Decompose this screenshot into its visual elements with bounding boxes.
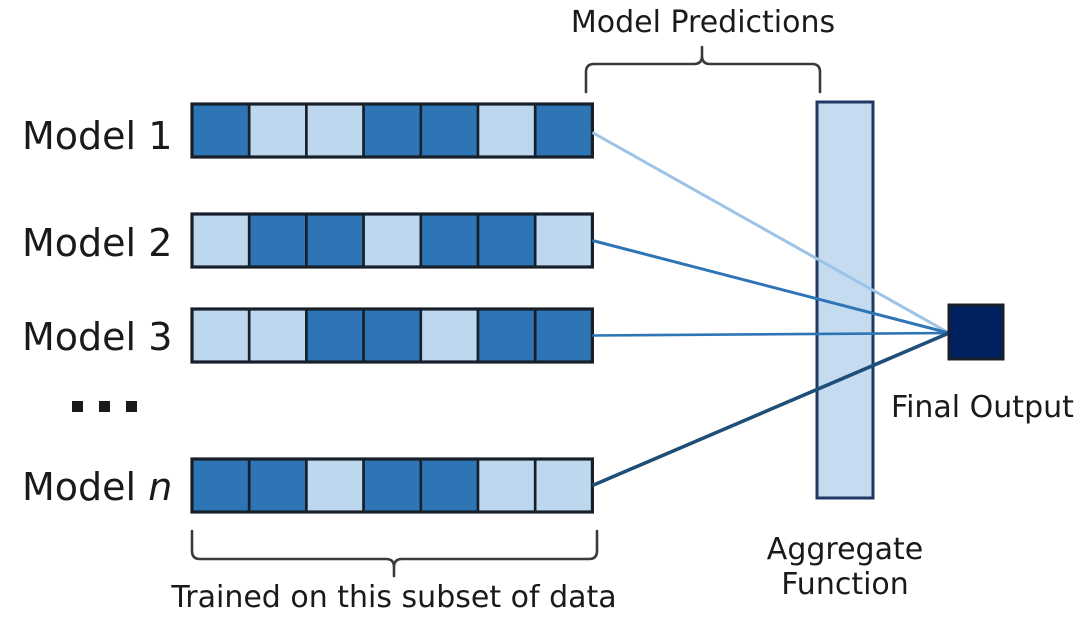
model-data-cell (419, 457, 480, 514)
model-data-cell (476, 457, 537, 514)
model-data-cell (362, 307, 423, 364)
model-bars-group (190, 102, 594, 514)
model-label-prefix: Model (22, 315, 137, 359)
aggregate-function-label: Aggregate Function (745, 532, 945, 603)
model-label-suffix: 2 (148, 221, 173, 265)
model-data-cell (419, 307, 480, 364)
model-label-suffix: n (148, 465, 173, 509)
model-row-label-n: Model n (22, 468, 172, 506)
ellipsis-dot (126, 401, 137, 412)
model-data-cell (190, 457, 251, 514)
model-data-cell (476, 307, 537, 364)
model-data-cell (247, 212, 308, 269)
model-data-cell (476, 102, 537, 159)
model-data-cell (362, 212, 423, 269)
prediction-connector-line (591, 131, 950, 335)
model-data-cell (419, 212, 480, 269)
model-data-cell (190, 102, 251, 159)
ellipsis-icon (72, 401, 137, 412)
model-data-cell (533, 212, 594, 269)
model-label-prefix: Model (22, 114, 137, 158)
model-data-cell (362, 457, 423, 514)
model-data-cell (419, 102, 480, 159)
prediction-connector-line (592, 331, 950, 337)
ellipsis-dot (72, 401, 83, 412)
model-data-cell (247, 457, 308, 514)
prediction-connector-line (592, 239, 950, 335)
prediction-lines-group (591, 131, 950, 488)
ellipsis-dot (99, 401, 110, 412)
model-label-suffix: 3 (148, 315, 173, 359)
model-label-prefix: Model (22, 465, 137, 509)
model-data-cell (533, 307, 594, 364)
model-data-cell (533, 102, 594, 159)
model-data-cell (305, 307, 365, 364)
model-data-cell (362, 102, 423, 159)
model-predictions-bracket (584, 45, 822, 94)
model-data-cell (476, 212, 537, 269)
model-data-cell (533, 457, 594, 514)
model-data-cell (247, 102, 308, 159)
model-label-prefix: Model (22, 221, 137, 265)
aggregate-label-line-1: Aggregate (766, 532, 924, 567)
diagram-canvas: Model 1 Model 2 Model 3 Model n Model Pr… (0, 0, 1080, 628)
model-predictions-title: Model Predictions (570, 5, 836, 40)
trained-subset-caption: Trained on this subset of data (171, 580, 617, 615)
model-data-cell (247, 307, 308, 364)
model-row-label-2: Model 2 (22, 224, 172, 262)
model-data-cell (305, 102, 365, 159)
model-row-label-3: Model 3 (22, 318, 172, 356)
aggregate-label-line-2: Function (781, 567, 909, 603)
model-data-cell (305, 212, 365, 269)
final-output-label: Final Output (891, 390, 1074, 425)
model-row-label-1: Model 1 (22, 117, 172, 155)
trained-subset-bracket (190, 529, 599, 578)
model-data-cell (190, 307, 251, 364)
model-data-cell (190, 212, 251, 269)
final-output-box (947, 303, 1005, 361)
model-label-suffix: 1 (148, 114, 173, 158)
model-data-cell (305, 457, 365, 514)
